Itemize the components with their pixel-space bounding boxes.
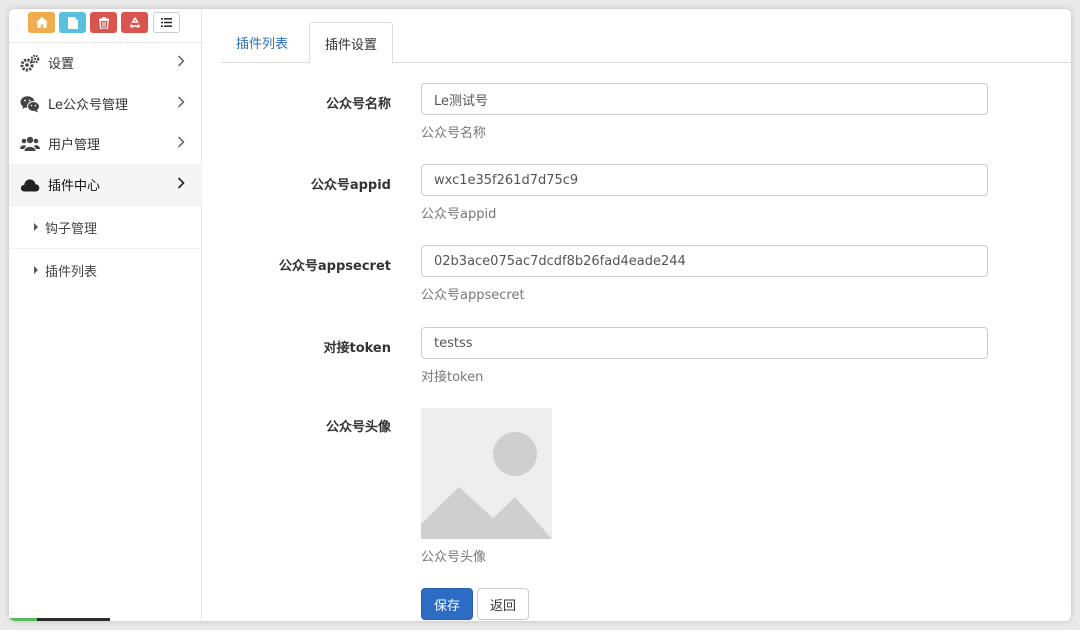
trash-icon — [98, 16, 109, 29]
sidebar-item-label: 插件中心 — [48, 179, 101, 194]
field-label: 公众号头像 — [325, 420, 391, 435]
sidebar-item-plugin-center[interactable]: 插件中心 — [9, 164, 202, 205]
sidebar-item-label: Le公众号管理 — [48, 98, 129, 113]
recycle-button[interactable] — [121, 12, 148, 33]
home-icon — [35, 17, 48, 28]
sidebar-item-settings[interactable]: 设置 — [9, 42, 202, 83]
home-button[interactable] — [28, 12, 55, 33]
sidebar-item-users[interactable]: 用户管理 — [9, 123, 202, 164]
caret-right-icon — [34, 266, 38, 274]
list-icon — [161, 18, 172, 27]
tab-plugin-list[interactable]: 插件列表 — [221, 22, 303, 63]
field-label: 公众号appid — [310, 178, 391, 193]
token-input[interactable] — [421, 327, 988, 359]
list-button[interactable] — [153, 12, 180, 33]
image-placeholder-icon — [421, 408, 552, 539]
appid-input[interactable] — [421, 164, 988, 196]
sidebar-item-label: 设置 — [48, 57, 75, 72]
sidebar-item-label: 用户管理 — [48, 138, 101, 153]
tab-bar: 插件列表 插件设置 — [221, 22, 1071, 64]
file-button[interactable] — [59, 12, 86, 33]
field-help: 公众号appsecret — [421, 288, 525, 303]
sidebar-toolbar — [9, 9, 202, 43]
field-label: 公众号appsecret — [278, 259, 391, 274]
tab-plugin-settings[interactable]: 插件设置 — [309, 22, 394, 64]
trash-button[interactable] — [90, 12, 117, 33]
back-button[interactable]: 返回 — [477, 588, 529, 620]
sidebar: 设置 Le公众号管理 用户管理 插件中心 钩子管理 插件列表 — [9, 9, 202, 621]
chevron-right-icon — [177, 136, 185, 152]
appsecret-input[interactable] — [421, 245, 988, 277]
account-name-input[interactable] — [421, 83, 988, 115]
sidebar-subitem-label: 钩子管理 — [45, 221, 98, 237]
chevron-right-icon — [177, 176, 185, 193]
field-help: 公众号appid — [421, 207, 497, 222]
cloud-icon — [20, 176, 40, 194]
field-help: 公众号名称 — [421, 126, 487, 141]
main-content: 插件列表 插件设置 公众号名称 公众号名称 公众号appid 公众号appid … — [202, 9, 1071, 621]
field-label: 公众号名称 — [325, 97, 391, 112]
chevron-right-icon — [177, 96, 185, 112]
chevron-right-icon — [177, 55, 185, 71]
sidebar-bottom-bar — [9, 618, 110, 621]
file-icon — [67, 16, 78, 29]
sidebar-subitem-label: 插件列表 — [45, 264, 98, 280]
save-button[interactable]: 保存 — [421, 588, 473, 620]
wechat-icon — [20, 95, 40, 113]
sidebar-subitem-plugin-list[interactable]: 插件列表 — [9, 248, 202, 291]
field-help: 对接token — [421, 370, 484, 385]
sidebar-subitem-hooks[interactable]: 钩子管理 — [9, 205, 202, 248]
recycle-icon — [129, 16, 140, 28]
app-window: 设置 Le公众号管理 用户管理 插件中心 钩子管理 插件列表 插件列表 插件设置… — [9, 9, 1071, 621]
avatar-upload[interactable] — [421, 408, 552, 539]
sidebar-item-wechat[interactable]: Le公众号管理 — [9, 83, 202, 124]
caret-right-icon — [34, 223, 38, 231]
users-icon — [20, 135, 40, 153]
field-label: 对接token — [323, 341, 391, 356]
gears-icon — [20, 54, 40, 72]
field-help: 公众号头像 — [421, 550, 487, 565]
